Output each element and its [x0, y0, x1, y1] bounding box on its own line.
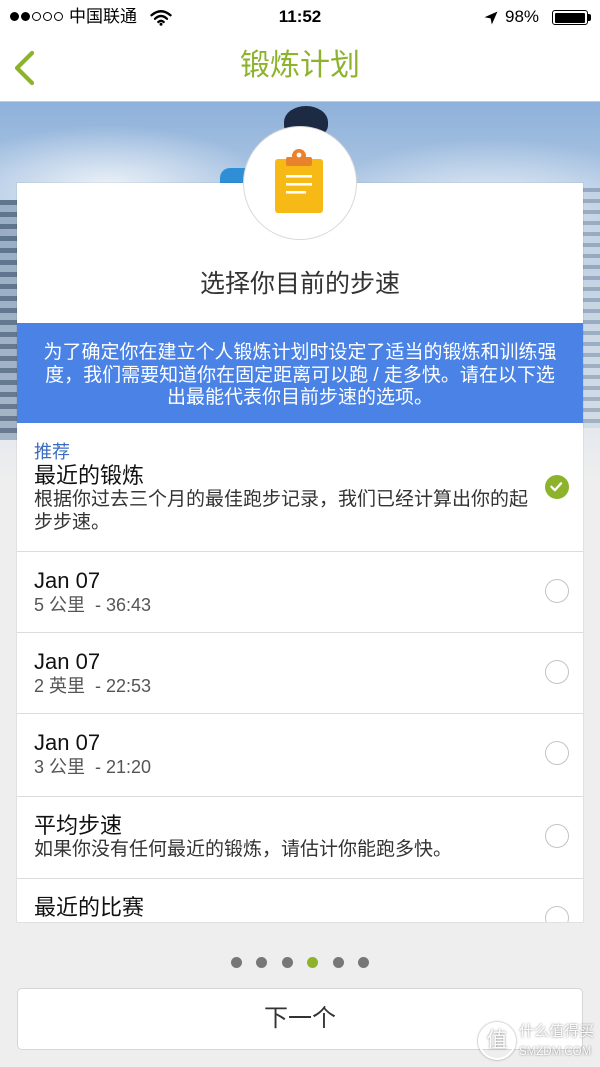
status-bar: 中国联通 11:52 98% — [0, 0, 600, 34]
battery-level-fill — [554, 12, 585, 23]
page-indicator — [0, 957, 600, 969]
option-distance-time: 3 公里 - 21:20 — [34, 757, 152, 777]
option-title: 最近的锻炼 — [34, 463, 145, 488]
page-dot[interactable] — [358, 957, 370, 968]
option-date: Jan 07 — [34, 730, 101, 755]
page-dot[interactable] — [307, 957, 319, 968]
radio-button[interactable] — [545, 579, 569, 603]
status-time: 11:52 — [278, 7, 322, 26]
radio-button[interactable] — [545, 475, 569, 499]
option-distance-time: 5 公里 - 36:43 — [34, 595, 152, 615]
radio-button[interactable] — [545, 741, 569, 765]
option-recent-race[interactable]: 最近的比赛 — [17, 878, 583, 922]
watermark-name: 什么值得买 — [519, 1023, 595, 1040]
option-workout-entry[interactable]: Jan 07 5 公里 - 36:43 — [17, 551, 583, 632]
option-title: 最近的比赛 — [34, 895, 145, 920]
signal-dot — [54, 12, 63, 21]
checkmark-icon — [550, 482, 563, 492]
banner-text-line: 为了确定你在建立个人锻炼计划时设定了适当的锻炼和训练强 — [43, 342, 557, 363]
pace-options-list: 推荐 最近的锻炼 根据你过去三个月的最佳跑步记录，我们已经计算出你的起 步步速。… — [17, 423, 583, 922]
wifi-icon — [150, 9, 172, 26]
banner-text-line: 度，我们需要知道你在固定距离可以跑 / 走多快。请在以下选 — [45, 364, 555, 386]
watermark-badge: 值 — [478, 1022, 516, 1060]
navigation-bar: 锻炼计划 — [0, 34, 600, 102]
page-dot[interactable] — [281, 957, 293, 968]
info-banner: 为了确定你在建立个人锻炼计划时设定了适当的锻炼和训练强 度，我们需要知道你在固定… — [17, 323, 583, 423]
watermark-domain: SMZDM.COM — [519, 1046, 592, 1058]
option-description: 如果你没有任何最近的锻炼，请估计你能跑多快。 — [34, 839, 453, 860]
recommended-tag: 推荐 — [34, 442, 70, 462]
option-date: Jan 07 — [34, 568, 101, 593]
photo-building-left — [0, 200, 17, 440]
back-button[interactable] — [8, 48, 42, 88]
clipboard-icon — [275, 149, 323, 213]
option-recent-workout[interactable]: 推荐 最近的锻炼 根据你过去三个月的最佳跑步记录，我们已经计算出你的起 步步速。 — [17, 423, 583, 551]
option-date: Jan 07 — [34, 649, 101, 674]
radio-button[interactable] — [545, 660, 569, 684]
option-workout-entry[interactable]: Jan 07 3 公里 - 21:20 — [17, 713, 583, 796]
watermark-logo: 值 什么值得买 SMZDM.COM — [476, 1018, 598, 1064]
option-description: 根据你过去三个月的最佳跑步记录，我们已经计算出你的起 — [34, 489, 529, 510]
location-arrow-icon — [484, 10, 498, 25]
signal-dot — [43, 12, 52, 21]
chevron-left-icon — [14, 50, 35, 86]
signal-dot — [21, 12, 30, 21]
battery-nub — [588, 14, 591, 21]
option-average-pace[interactable]: 平均步速 如果你没有任何最近的锻炼，请估计你能跑多快。 — [17, 796, 583, 878]
signal-dot — [10, 12, 19, 21]
clipboard-icon-badge — [243, 126, 357, 240]
photo-building-right — [583, 188, 600, 428]
signal-strength-icon — [10, 12, 63, 21]
banner-text-line: 出最能代表你目前步速的选项。 — [166, 387, 433, 408]
card-title: 选择你目前的步速 — [199, 270, 400, 298]
option-title: 平均步速 — [34, 813, 123, 838]
option-description: 步步速。 — [34, 512, 111, 533]
radio-button[interactable] — [545, 824, 569, 848]
pace-selection-card: 选择你目前的步速 为了确定你在建立个人锻炼计划时设定了适当的锻炼和训练强 度，我… — [17, 183, 583, 922]
signal-dot — [32, 12, 41, 21]
battery-icon — [552, 10, 588, 25]
page-title: 锻炼计划 — [240, 49, 360, 82]
option-distance-time: 2 英里 - 22:53 — [34, 676, 152, 696]
battery-percent: 98% — [505, 7, 540, 26]
page-dot[interactable] — [332, 957, 344, 968]
option-workout-entry[interactable]: Jan 07 2 英里 - 22:53 — [17, 632, 583, 713]
page-dot[interactable] — [256, 957, 268, 968]
page-dot[interactable] — [230, 957, 242, 968]
carrier-name: 中国联通 — [69, 7, 137, 26]
